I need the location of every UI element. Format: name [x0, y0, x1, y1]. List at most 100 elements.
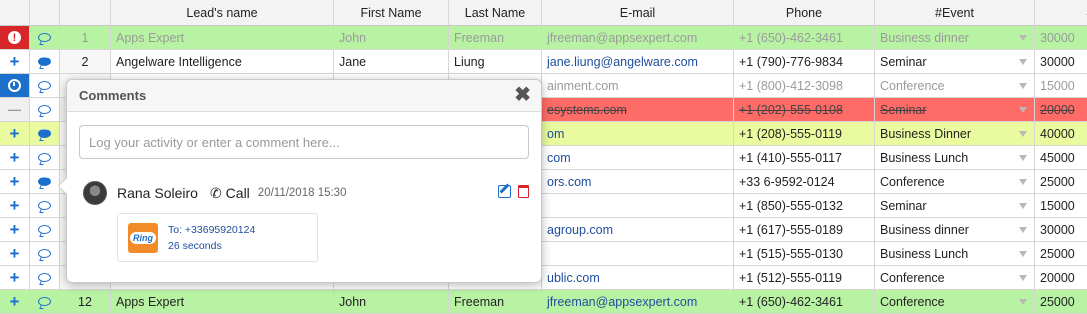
row-action-cell[interactable]: + [0, 218, 30, 241]
cell-event[interactable]: Seminar [875, 194, 1035, 217]
dropdown-arrow-icon[interactable] [1019, 298, 1027, 305]
alert-icon[interactable]: ! [0, 26, 29, 49]
comment-input[interactable] [79, 125, 529, 159]
dropdown-arrow-icon[interactable] [1019, 226, 1027, 233]
column-header-last-name[interactable]: Last Name [449, 0, 542, 25]
cell-lead-name[interactable]: Apps Expert [111, 290, 334, 313]
dropdown-arrow-icon[interactable] [1019, 106, 1027, 113]
comment-icon[interactable] [38, 201, 51, 210]
trash-icon[interactable] [518, 185, 529, 198]
cell-amount[interactable]: 30000 [1035, 218, 1087, 241]
table-row[interactable]: +2 Angelware Intelligence Jane Liung jane.li… [0, 50, 1087, 74]
cell-email[interactable] [542, 194, 734, 217]
row-action-cell[interactable]: + [0, 290, 30, 313]
cell-email[interactable]: jfreeman@appsexpert.com [542, 26, 734, 49]
row-action-cell[interactable]: + [0, 122, 30, 145]
cell-first-name[interactable]: Jane [334, 50, 449, 73]
comment-icon[interactable] [38, 225, 51, 234]
cell-amount[interactable]: 15000 [1035, 74, 1087, 97]
dropdown-arrow-icon[interactable] [1019, 274, 1027, 281]
cell-event[interactable]: Business Lunch [875, 146, 1035, 169]
clock-icon[interactable] [0, 74, 29, 97]
close-icon[interactable]: ✖ [514, 85, 531, 105]
cell-event[interactable]: Business dinner [875, 26, 1035, 49]
cell-phone[interactable]: +1 (512)-555-0119 [734, 266, 875, 289]
row-comment-cell[interactable] [30, 122, 60, 145]
column-header-amount[interactable]: #amount [1035, 0, 1087, 25]
cell-phone[interactable]: +1 (202)-555-0108 [734, 98, 875, 121]
dropdown-arrow-icon[interactable] [1019, 82, 1027, 89]
cell-event[interactable]: Conference [875, 74, 1035, 97]
cell-email[interactable]: om [542, 122, 734, 145]
cell-last-name[interactable]: Liung [449, 50, 542, 73]
row-action-cell[interactable] [0, 74, 30, 97]
row-comment-cell[interactable] [30, 218, 60, 241]
column-header-event[interactable]: #Event [875, 0, 1035, 25]
dropdown-arrow-icon[interactable] [1019, 202, 1027, 209]
row-action-cell[interactable]: + [0, 170, 30, 193]
cell-amount[interactable]: 40000 [1035, 122, 1087, 145]
row-comment-cell[interactable] [30, 242, 60, 265]
table-row[interactable]: ! 1 Apps Expert John Freeman jfreeman@appsexp… [0, 26, 1087, 50]
cell-lead-name[interactable]: Apps Expert [111, 26, 334, 49]
comment-icon[interactable] [38, 81, 51, 90]
column-header-lead-name[interactable]: Lead's name [111, 0, 334, 25]
cell-event[interactable]: Conference [875, 266, 1035, 289]
plus-icon[interactable]: + [0, 290, 29, 313]
minus-icon[interactable]: — [0, 98, 29, 121]
row-action-cell[interactable]: + [0, 50, 30, 73]
edit-icon[interactable] [498, 185, 511, 198]
cell-phone[interactable]: +1 (617)-555-0189 [734, 218, 875, 241]
cell-phone[interactable]: +1 (800)-412-3098 [734, 74, 875, 97]
cell-email[interactable]: agroup.com [542, 218, 734, 241]
cell-email[interactable]: ors.com [542, 170, 734, 193]
comment-icon[interactable] [38, 33, 51, 42]
call-record-card[interactable]: Ring To: +33695920124 26 seconds [117, 213, 318, 262]
plus-icon[interactable]: + [0, 170, 29, 193]
cell-email[interactable]: ainment.com [542, 74, 734, 97]
cell-phone[interactable]: +1 (850)-555-0132 [734, 194, 875, 217]
table-row[interactable]: +12 Apps Expert John Freeman jfreeman@appsex… [0, 290, 1087, 314]
cell-phone[interactable]: +1 (410)-555-0117 [734, 146, 875, 169]
row-comment-cell[interactable] [30, 194, 60, 217]
row-action-cell[interactable]: + [0, 242, 30, 265]
column-header-first-name[interactable]: First Name [334, 0, 449, 25]
plus-icon[interactable]: + [0, 218, 29, 241]
dropdown-arrow-icon[interactable] [1019, 250, 1027, 257]
dropdown-arrow-icon[interactable] [1019, 34, 1027, 41]
comment-icon[interactable] [38, 153, 51, 162]
cell-event[interactable]: Conference [875, 170, 1035, 193]
cell-phone[interactable]: +1 (515)-555-0130 [734, 242, 875, 265]
comment-icon[interactable] [38, 273, 51, 282]
column-header-email[interactable]: E-mail [542, 0, 734, 25]
cell-event[interactable]: Seminar [875, 98, 1035, 121]
cell-amount[interactable]: 30000 [1035, 50, 1087, 73]
cell-event[interactable]: Business Dinner [875, 122, 1035, 145]
cell-email[interactable]: jane.liung@angelware.com [542, 50, 734, 73]
cell-amount[interactable]: 25000 [1035, 242, 1087, 265]
cell-event[interactable]: Business Lunch [875, 242, 1035, 265]
cell-first-name[interactable]: John [334, 290, 449, 313]
cell-first-name[interactable]: John [334, 26, 449, 49]
plus-icon[interactable]: + [0, 194, 29, 217]
cell-event[interactable]: Business dinner [875, 218, 1035, 241]
cell-phone[interactable]: +1 (790)-776-9834 [734, 50, 875, 73]
row-action-cell[interactable]: ! [0, 26, 30, 49]
cell-email[interactable]: esystems.com [542, 98, 734, 121]
comment-icon[interactable] [38, 105, 51, 114]
cell-amount[interactable]: 25000 [1035, 290, 1087, 313]
row-comment-cell[interactable] [30, 146, 60, 169]
cell-email[interactable]: com [542, 146, 734, 169]
row-comment-cell[interactable] [30, 26, 60, 49]
cell-amount[interactable]: 25000 [1035, 170, 1087, 193]
row-action-cell[interactable]: — [0, 98, 30, 121]
plus-icon[interactable]: + [0, 266, 29, 289]
row-action-cell[interactable]: + [0, 146, 30, 169]
row-comment-cell[interactable] [30, 266, 60, 289]
row-action-cell[interactable]: + [0, 266, 30, 289]
comment-icon[interactable] [38, 249, 51, 258]
row-comment-cell[interactable] [30, 50, 60, 73]
cell-email[interactable]: ublic.com [542, 266, 734, 289]
cell-email[interactable]: jfreeman@appsexpert.com [542, 290, 734, 313]
plus-icon[interactable]: + [0, 242, 29, 265]
